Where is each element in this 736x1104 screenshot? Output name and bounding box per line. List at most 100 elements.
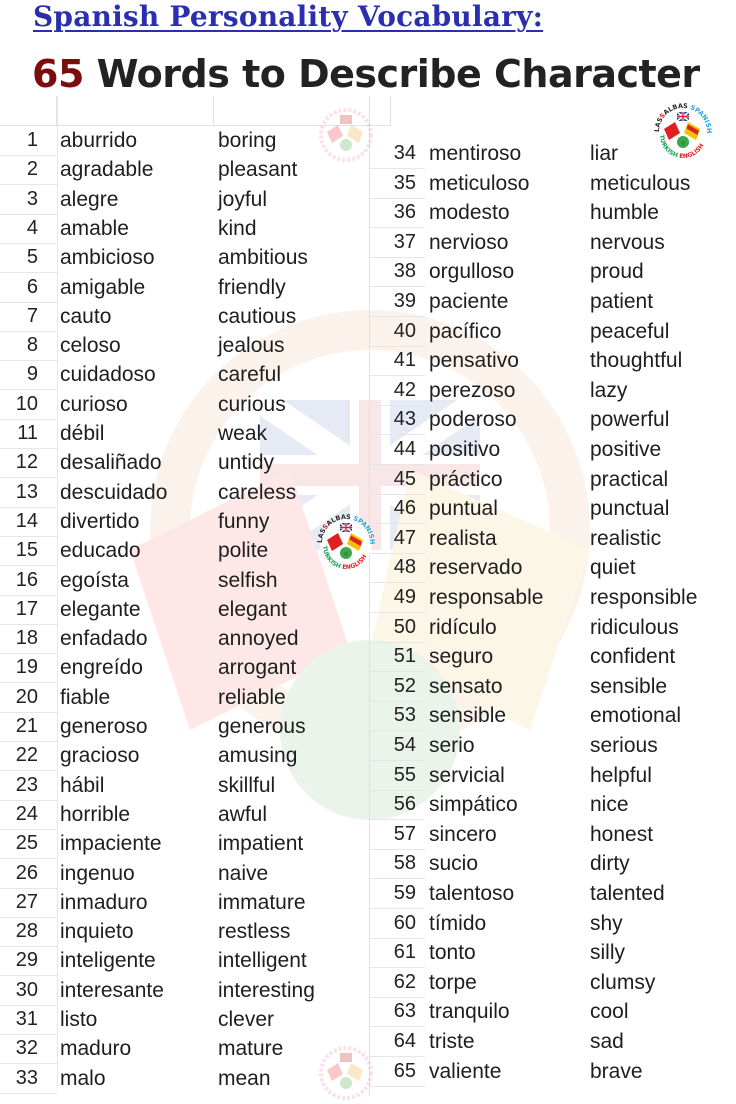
row-number: 13 [15,480,38,503]
vocab-row: 18 enfadado annoyed [0,624,370,655]
english-translation: nervous [590,230,665,254]
english-translation: helpful [590,763,652,787]
vocab-row: 59 talentoso talented [370,879,736,909]
vocab-row: 40 pacífico peaceful [370,317,736,347]
vocab-row: 19 engreído arrogant [0,653,370,684]
vocab-row: 35 meticuloso meticulous [370,169,736,199]
english-translation: responsible [590,586,698,609]
row-number: 45 [393,467,416,490]
vocab-row: 60 tímido shy [370,909,736,939]
row-number: 26 [15,861,38,884]
vocab-row: 64 triste sad [370,1027,736,1057]
row-number: 12 [15,451,38,474]
english-translation: elegant [218,597,287,621]
spanish-word: modesto [429,201,510,225]
spanish-word: listo [60,1008,98,1031]
row-number: 23 [15,773,38,796]
row-number: 22 [15,744,38,767]
row-number: 2 [26,158,38,181]
english-translation: sensible [590,674,668,698]
spanish-word: ambicioso [60,246,155,270]
vocab-row: 43 poderoso powerful [370,405,736,436]
english-translation: liar [590,142,619,165]
english-translation: kind [218,216,257,240]
vocab-row: 39 paciente patient [370,287,736,317]
spanish-word: débil [60,422,105,445]
row-number: 61 [393,941,416,964]
row-number: 55 [393,763,416,786]
english-translation: selfish [218,568,278,592]
row-number: 24 [15,802,38,825]
english-translation: clever [218,1008,275,1031]
english-translation: realistic [590,526,662,550]
english-translation: polite [218,539,269,563]
vocab-row: 13 descuidado careless [0,478,370,508]
vocab-row: 4 amable kind [0,214,370,244]
row-number: 49 [393,586,416,608]
english-translation: lazy [590,378,628,402]
row-number: 9 [26,363,38,386]
row-number: 57 [393,822,416,845]
spanish-word: perezoso [429,378,516,402]
vocab-row: 9 cuidadoso careful [0,360,370,391]
spanish-word: desaliñado [60,451,162,475]
svg-text:☺: ☺ [343,552,349,558]
spanish-word: generoso [60,715,148,738]
spanish-word: descuidado [60,480,168,504]
spanish-word: maduro [60,1037,132,1061]
spanish-word: poderoso [429,408,517,432]
row-number: 16 [15,568,38,591]
grid-corner-cell [0,96,57,126]
vocab-row: 11 débil weak [0,419,370,449]
english-translation: dirty [590,852,630,876]
row-number: 28 [15,920,38,943]
english-translation: generous [218,715,306,738]
row-number: 7 [26,304,38,327]
vocab-row: 58 sucio dirty [370,849,736,880]
spanish-word: interesante [60,978,164,1002]
row-number: 5 [26,246,38,269]
vocab-row: 44 positivo positive [370,435,736,465]
row-number: 25 [15,832,38,855]
english-translation: powerful [590,408,670,432]
vocab-row: 12 desaliñado untidy [0,448,370,479]
vocab-row: 54 serio serious [370,731,736,761]
spanish-word: serio [429,734,475,757]
english-translation: cautious [218,304,297,328]
english-translation: mature [218,1037,284,1061]
row-number: 15 [15,539,38,562]
english-translation: boring [218,129,277,152]
spanish-word: sucio [429,852,479,876]
vocab-row: 5 ambicioso ambitious [0,243,370,274]
english-translation: brave [590,1059,643,1083]
spanish-word: tímido [429,911,487,935]
spanish-word: ingenuo [60,861,135,885]
spanish-word: responsable [429,586,544,609]
english-translation: proud [590,260,644,284]
vocab-row: 41 pensativo thoughtful [370,346,736,377]
row-number: 39 [393,290,416,312]
english-translation: humble [590,201,659,225]
english-translation: careless [218,480,297,504]
english-translation: mean [218,1066,271,1090]
spanish-word: mentiroso [429,142,522,165]
vocab-row: 26 ingenuo naive [0,859,370,889]
english-translation: interesting [218,978,315,1002]
english-translation: annoyed [218,627,299,651]
english-translation: serious [590,734,658,757]
english-translation: peaceful [590,319,670,343]
english-translation: quiet [590,556,636,580]
spanish-word: talentoso [429,882,515,905]
row-number: 40 [393,319,416,342]
spanish-word: sensible [429,704,507,728]
english-translation: awful [218,802,268,826]
row-number: 52 [393,674,416,697]
row-number: 38 [393,260,416,283]
vocab-row: 37 nervioso nervous [370,228,736,258]
spanish-word: pensativo [429,349,519,373]
spanish-word: cuidadoso [60,363,156,387]
spanish-word: amigable [60,275,146,299]
vocab-row: 6 amigable friendly [0,273,370,303]
row-number: 54 [393,734,416,756]
english-translation: shy [590,911,623,935]
